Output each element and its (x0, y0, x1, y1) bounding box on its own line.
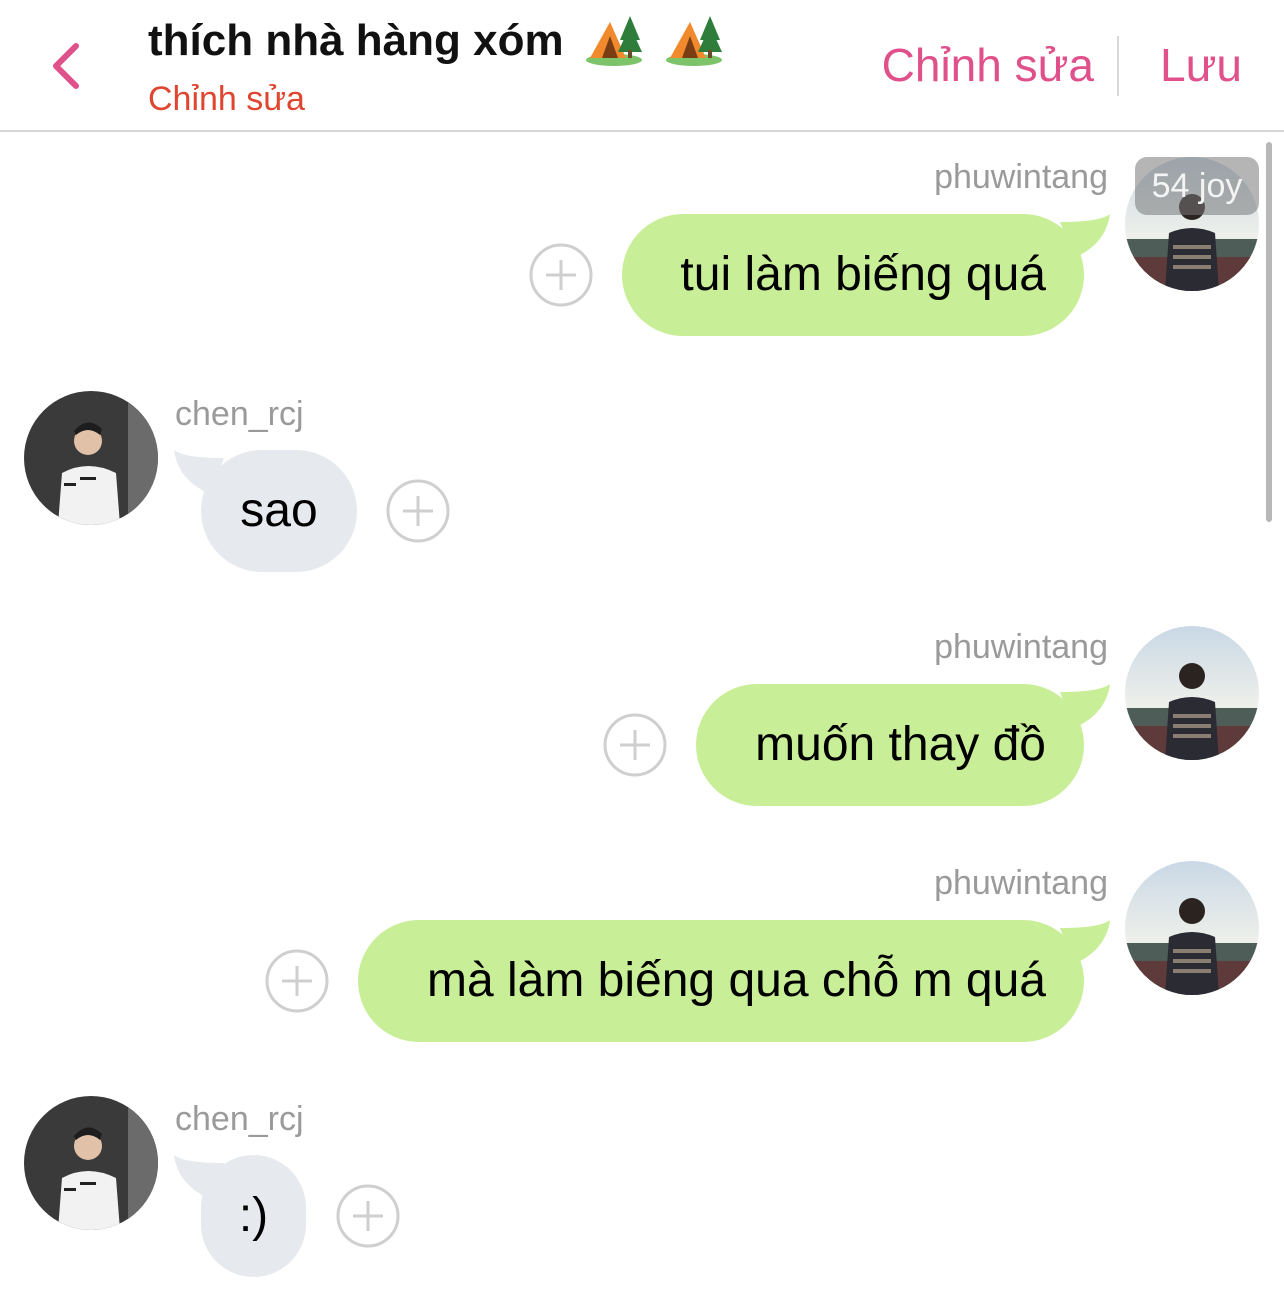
avatar-phuwintang[interactable] (1125, 861, 1259, 995)
message-sender: chen_rcj (175, 1100, 304, 1138)
chat-title: thích nhà hàng xóm (148, 10, 724, 77)
add-reaction-icon[interactable] (529, 243, 593, 307)
save-button[interactable]: Lưu (1160, 38, 1242, 92)
header-divider (1117, 36, 1119, 96)
camping-tent-icon (584, 10, 644, 77)
avatar-phuwintang[interactable] (1125, 626, 1259, 760)
message-sender: phuwintang (934, 864, 1108, 902)
message-bubble[interactable]: mà làm biếng qua chỗ m quá (358, 920, 1084, 1042)
message-bubble[interactable]: :) (201, 1155, 306, 1277)
add-reaction-icon[interactable] (265, 949, 329, 1013)
scrollbar[interactable] (1266, 142, 1272, 522)
message-sender: phuwintang (934, 158, 1108, 196)
camping-tent-icon (664, 10, 724, 77)
message-sender: phuwintang (934, 628, 1108, 666)
back-chevron-icon[interactable] (40, 36, 100, 96)
add-reaction-icon[interactable] (603, 713, 667, 777)
edit-button[interactable]: Chỉnh sửa (882, 38, 1094, 92)
chat-subtitle-edit[interactable]: Chỉnh sửa (148, 80, 305, 119)
chat-title-text: thích nhà hàng xóm (148, 16, 564, 66)
chat-header: thích nhà hàng xóm Chỉnh sửa Chỉnh sửa L… (0, 0, 1284, 132)
add-reaction-icon[interactable] (336, 1184, 400, 1248)
add-reaction-icon[interactable] (386, 479, 450, 543)
message-sender: chen_rcj (175, 395, 304, 433)
message-bubble[interactable]: sao (201, 450, 357, 572)
message-bubble[interactable]: tui làm biếng quá (622, 214, 1084, 336)
avatar-chen-rcj[interactable] (24, 1096, 158, 1230)
avatar-chen-rcj[interactable] (24, 391, 158, 525)
message-bubble[interactable]: muốn thay đồ (696, 684, 1084, 806)
joy-count-badge: 54 joy (1135, 157, 1259, 215)
